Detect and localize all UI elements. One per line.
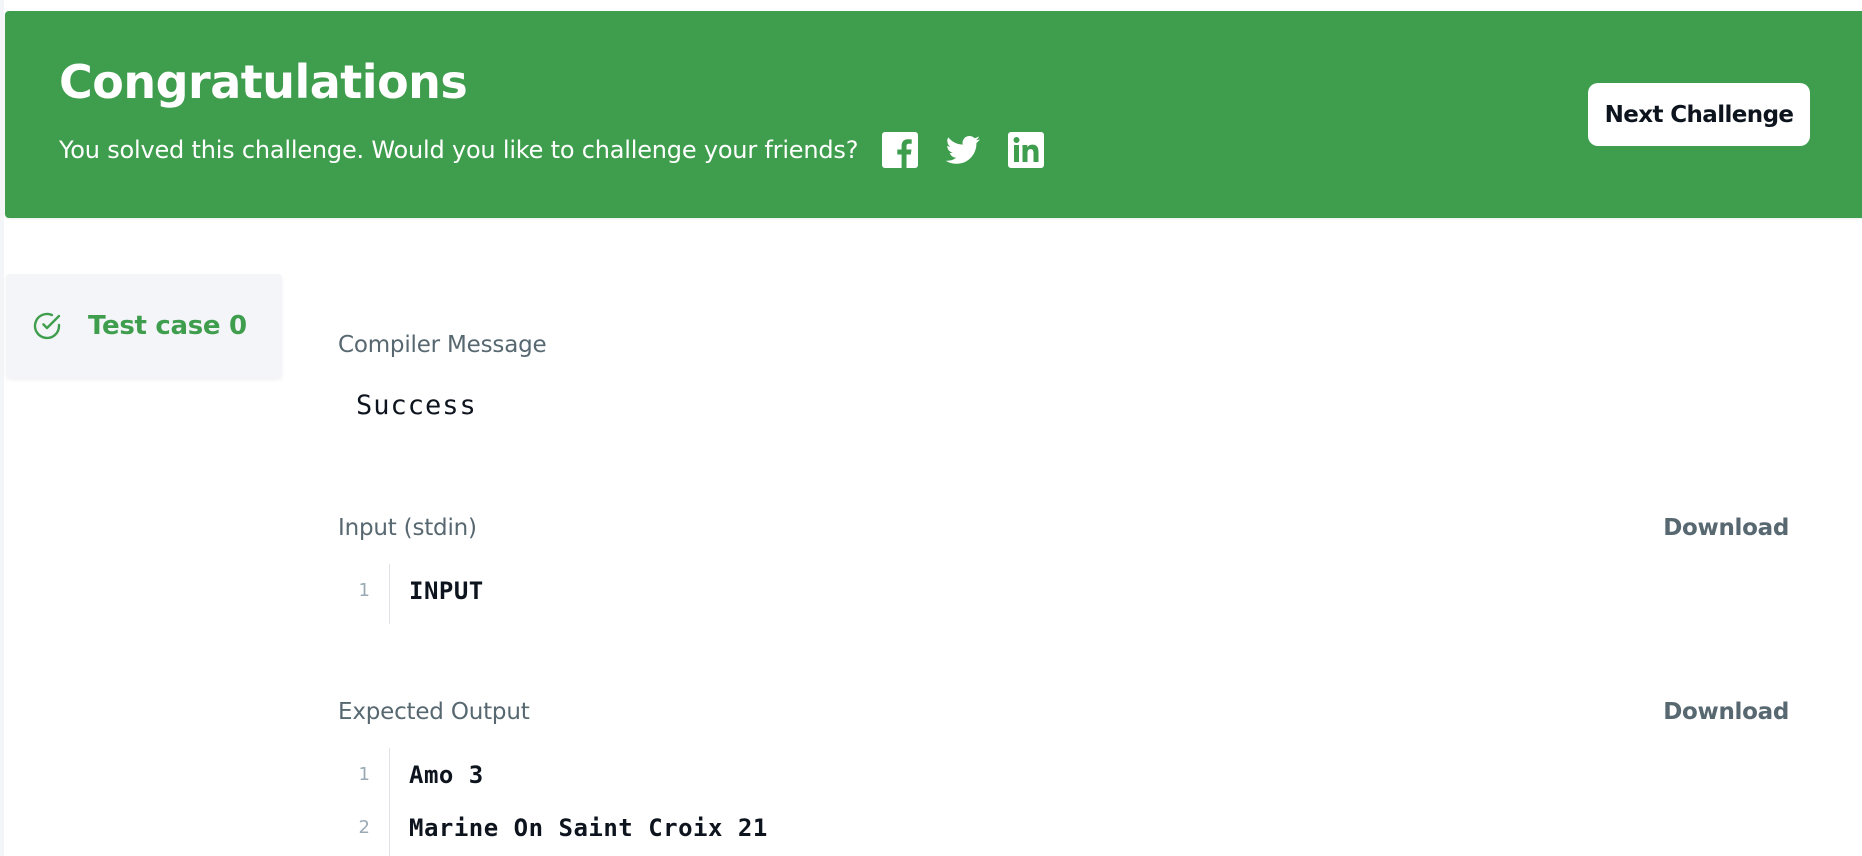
test-case-tab-0[interactable]: Test case 0 <box>6 274 282 378</box>
input-label: Input (stdin) <box>338 515 477 541</box>
check-circle-icon <box>32 311 62 341</box>
input-code-block: 1 INPUT <box>338 564 1788 624</box>
input-download-link[interactable]: Download <box>1663 515 1789 541</box>
expected-output-download-link[interactable]: Download <box>1663 699 1789 725</box>
line-gutter-divider <box>389 564 390 624</box>
line-text: Marine On Saint Croix 21 <box>409 813 768 842</box>
compiler-message-label: Compiler Message <box>338 332 547 358</box>
social-share-links <box>882 132 1071 168</box>
line-text: INPUT <box>409 576 484 605</box>
expected-output-code-block: 1 Amo 3 2 Marine On Saint Croix 21 <box>338 748 1788 856</box>
next-challenge-button[interactable]: Next Challenge <box>1588 83 1810 146</box>
line-text: Amo 3 <box>409 760 484 789</box>
test-case-label: Test case 0 <box>88 311 247 341</box>
code-line: 2 Marine On Saint Croix 21 <box>338 801 1788 854</box>
expected-output-label: Expected Output <box>338 699 530 725</box>
linkedin-icon[interactable] <box>1008 132 1045 168</box>
banner-title: Congratulations <box>59 55 468 109</box>
line-number: 2 <box>358 817 370 838</box>
line-number: 1 <box>358 764 370 785</box>
line-number: 1 <box>358 580 370 601</box>
left-page-edge <box>0 0 4 856</box>
line-gutter-divider <box>389 748 390 856</box>
code-line: 1 Amo 3 <box>338 748 1788 801</box>
banner-subtitle-row: You solved this challenge. Would you lik… <box>59 132 1071 168</box>
banner-message: You solved this challenge. Would you lik… <box>59 136 859 164</box>
facebook-icon[interactable] <box>882 132 919 168</box>
success-banner: Congratulations You solved this challeng… <box>5 11 1862 218</box>
compiler-message-text: Success <box>356 390 477 421</box>
code-line: 1 INPUT <box>338 564 1788 617</box>
twitter-icon[interactable] <box>945 132 981 168</box>
